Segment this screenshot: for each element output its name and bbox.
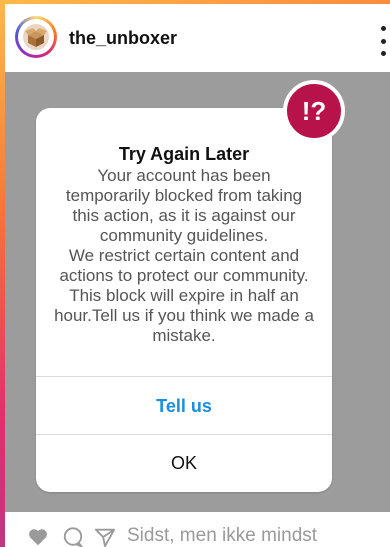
post-header: the_unboxer	[5, 4, 390, 72]
ok-button[interactable]: OK	[36, 435, 332, 491]
dialog-message: Your account has been temporarily blocke…	[54, 166, 314, 346]
divider	[36, 376, 332, 377]
warning-badge-icon: !?	[283, 80, 345, 142]
try-again-later-dialog: Try Again Later Your account has been te…	[36, 108, 332, 492]
post-caption: Sidst, men ikke mindst	[127, 525, 318, 546]
unboxing-box-icon	[18, 19, 54, 55]
dialog-message-restrict: We restrict certain content and actions …	[54, 246, 314, 345]
more-options-icon[interactable]	[378, 26, 388, 56]
username[interactable]: the_unboxer	[69, 28, 177, 49]
share-icon[interactable]	[94, 526, 116, 547]
comment-icon[interactable]	[62, 526, 84, 547]
dialog-message-block: Your account has been temporarily blocke…	[65, 166, 303, 245]
tell-us-button[interactable]: Tell us	[36, 378, 332, 434]
avatar[interactable]	[15, 16, 57, 58]
post-action-bar: Sidst, men ikke mindst	[5, 512, 390, 547]
heart-icon[interactable]	[27, 526, 49, 547]
dialog-title: Try Again Later	[118, 144, 250, 164]
